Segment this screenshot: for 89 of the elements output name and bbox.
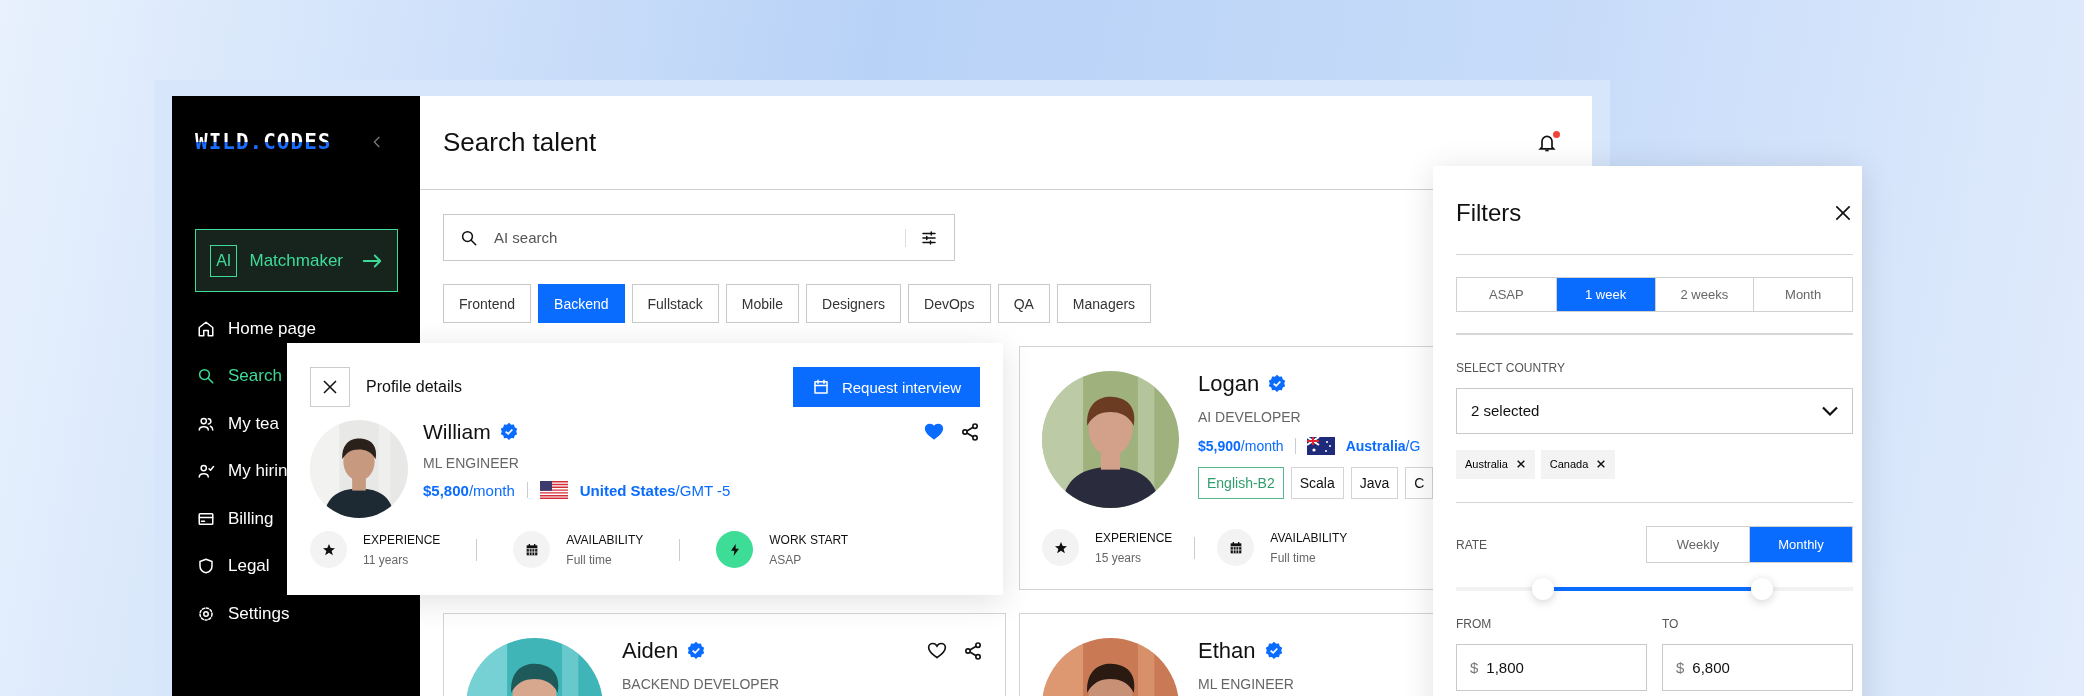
remove-icon[interactable] [1515, 459, 1526, 469]
start-option-tab[interactable]: 1 week [1555, 278, 1655, 311]
field-label: RATE [1456, 537, 1488, 552]
flag-icon [1306, 437, 1335, 455]
talent-role: AI DEVELOPER [1198, 409, 1301, 425]
sliders-icon [920, 228, 938, 247]
slider-handle[interactable] [1750, 578, 1773, 600]
star-badge-icon [310, 531, 347, 568]
nav-item[interactable]: Search [195, 356, 282, 397]
stat-label: AVAILABILITY [566, 532, 644, 547]
panel-title: Profile details [366, 378, 463, 396]
field-label: TO [1662, 617, 1680, 631]
rate-text: $5,900/month [1198, 438, 1284, 454]
category-chip[interactable]: QA [997, 284, 1050, 323]
share-icon[interactable] [963, 641, 983, 661]
stat-value: Full time [566, 552, 613, 567]
slider-handle[interactable] [1532, 578, 1555, 600]
calendar-badge-icon [1217, 529, 1255, 566]
talent-role: ML ENGINEER [423, 455, 519, 471]
calendar-badge-icon [513, 531, 551, 568]
search-bar[interactable]: AI search [443, 214, 955, 261]
stat-label: EXPERIENCE [1095, 530, 1173, 545]
notification-icon[interactable] [1537, 132, 1557, 153]
country-dropdown[interactable]: 2 selected [1456, 387, 1853, 434]
talent-card[interactable]: Ethan ML ENGINEER [1019, 613, 1434, 696]
category-chip[interactable]: Managers [1056, 284, 1152, 323]
page-title: Search talent [443, 127, 597, 158]
rate-mode-tab[interactable]: Monthly [1749, 527, 1852, 562]
chevron-down-icon [1822, 405, 1838, 416]
talent-name: Aiden [622, 638, 679, 664]
nav-item[interactable]: Legal [195, 546, 270, 587]
skill-tag: English-B2 [1198, 467, 1284, 499]
field-label: SELECT COUNTRY [1456, 360, 1566, 375]
home-icon [197, 319, 215, 338]
talent-role: BACKEND DEVELOPER [622, 676, 780, 692]
stat-label: EXPERIENCE [363, 532, 441, 547]
category-chip[interactable]: Mobile [725, 284, 799, 323]
nav-item[interactable]: Home page [195, 308, 316, 349]
location-link[interactable]: Australia/G [1345, 438, 1421, 454]
skill-tag: C [1405, 467, 1434, 499]
lightning-badge-icon [716, 531, 754, 568]
stat-label: AVAILABILITY [1270, 530, 1348, 545]
stat-value: 11 years [363, 552, 410, 567]
panel-title: Filters [1456, 199, 1522, 227]
skill-tag: Java [1350, 467, 1399, 499]
nav-item[interactable]: Billing [195, 498, 274, 539]
field-label: FROM [1456, 617, 1493, 631]
min-rate-field[interactable]: $ 1,800 [1456, 644, 1647, 691]
share-icon[interactable] [960, 422, 980, 442]
category-chip[interactable]: Fullstack [631, 284, 719, 323]
shield-icon [197, 557, 215, 576]
star-badge-icon [1042, 529, 1079, 566]
rate-slider[interactable] [1456, 578, 1853, 600]
talent-name: Ethan [1198, 638, 1256, 664]
search-icon [460, 228, 478, 247]
close-icon [321, 378, 339, 396]
heart-icon[interactable] [927, 641, 947, 661]
stat-value: 15 years [1095, 550, 1143, 565]
nav-item[interactable]: My tea [195, 403, 280, 444]
stat-label: WORK START [769, 532, 849, 547]
stat-value: ASAP [769, 552, 803, 567]
nav-item[interactable]: Settings [195, 593, 290, 634]
talent-name: Logan [1198, 371, 1260, 397]
country-chip[interactable]: Australia [1456, 449, 1535, 479]
talent-name: William [423, 420, 491, 444]
stat-value: Full time [1270, 550, 1317, 565]
matchmaker-button[interactable]: AI Matchmaker [195, 229, 398, 292]
category-chip[interactable]: Frontend [443, 284, 532, 323]
settings-icon [197, 604, 215, 623]
country-chip[interactable]: Canada [1540, 449, 1616, 479]
talent-card[interactable]: Logan AI DEVELOPER $5,900/month Australia/G English-B2 Scala Java C EXPERIENCE 15 years AVAILABILITY Full time [1019, 346, 1434, 590]
close-button[interactable] [1833, 203, 1853, 223]
talent-role: ML ENGINEER [1198, 676, 1294, 692]
calendar-icon [811, 378, 830, 396]
category-chip[interactable]: DevOps [908, 284, 991, 323]
remove-icon[interactable] [1596, 459, 1607, 469]
skill-tag: Scala [1290, 467, 1344, 499]
nav-item[interactable]: My hirin [195, 451, 288, 492]
category-chip[interactable]: Designers [806, 284, 902, 323]
request-interview-button[interactable]: Request interview [793, 367, 980, 407]
max-rate-field[interactable]: $ 6,800 [1662, 644, 1853, 691]
location-link[interactable]: United States/GMT -5 [579, 481, 731, 499]
rate-text: $5,800/month [423, 481, 515, 499]
flag-icon [539, 481, 568, 499]
talent-card[interactable]: Aiden BACKEND DEVELOPER [443, 613, 1006, 696]
category-chip[interactable]: Backend [538, 284, 625, 323]
person-check-icon [197, 462, 215, 481]
search-icon [197, 367, 215, 386]
search-input[interactable]: AI search [492, 228, 891, 247]
